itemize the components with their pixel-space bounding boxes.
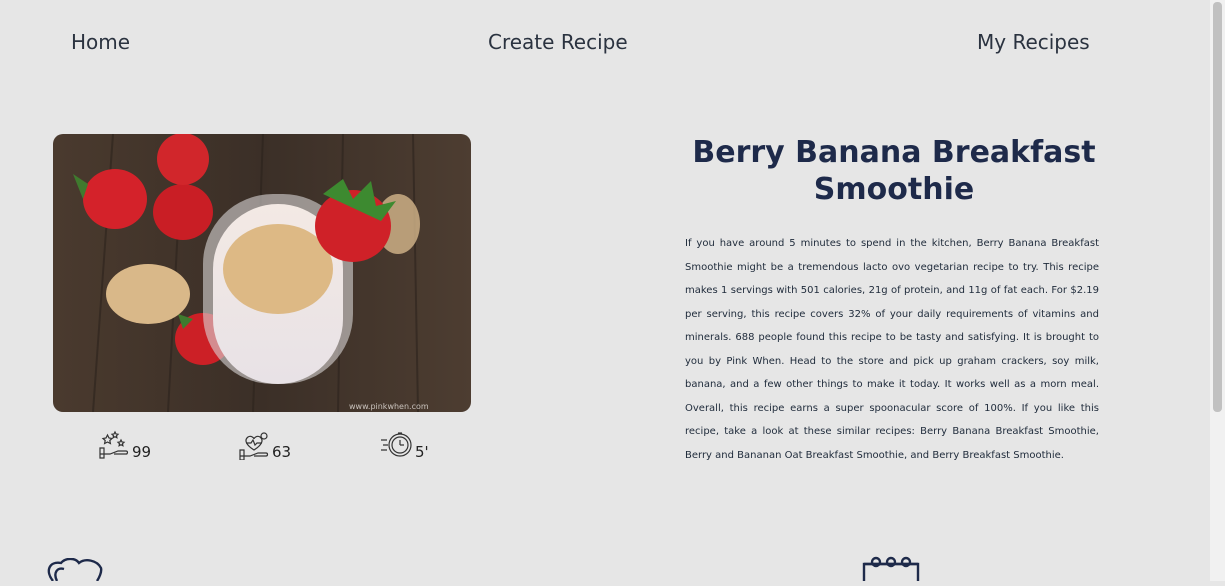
main-nav: Home Create Recipe My Recipes (0, 30, 1210, 58)
likes-count: 99 (132, 443, 152, 461)
recipe-summary: If you have around 5 minutes to spend in… (685, 238, 1099, 461)
heart-hand-icon (239, 432, 269, 460)
heart-icon (45, 557, 105, 586)
nav-my-recipes-link[interactable]: My Recipes (977, 30, 1090, 54)
nav-home-link[interactable]: Home (71, 30, 130, 54)
health-score: 63 (272, 443, 292, 461)
nav-create-recipe-link[interactable]: Create Recipe (488, 30, 628, 54)
recipe-title: Berry Banana Breakfast Smoothie (692, 135, 1096, 207)
recipe-stats: 99 63 5' (0, 424, 600, 464)
health-score-stat: 63 (238, 424, 291, 460)
ready-time-stat: 5' (380, 424, 429, 460)
calendar-icon (862, 556, 920, 586)
ready-minutes: 5' (415, 443, 429, 461)
stars-hand-icon (99, 430, 129, 459)
scrollbar-thumb[interactable] (1213, 2, 1222, 412)
recipe-image: www.pinkwhen.com (53, 134, 471, 412)
image-watermark: www.pinkwhen.com (349, 402, 429, 411)
stopwatch-icon (381, 432, 412, 457)
page-scrollbar[interactable] (1210, 0, 1225, 581)
likes-stat: 99 (98, 424, 151, 460)
